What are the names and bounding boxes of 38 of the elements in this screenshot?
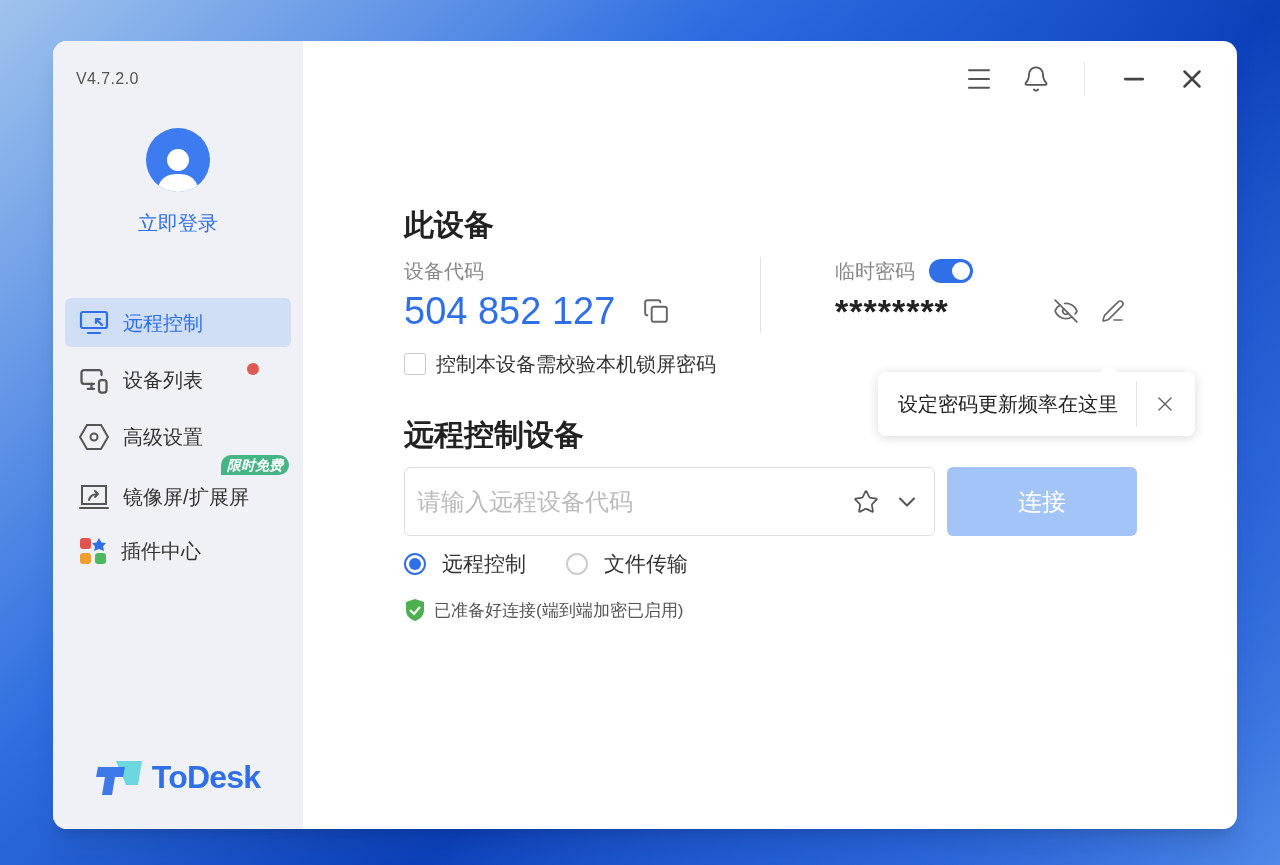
- status-text: 已准备好连接(端到端加密已启用): [434, 599, 684, 622]
- nav-label: 镜像屏/扩展屏: [123, 484, 249, 510]
- radio-label: 文件传输: [604, 551, 688, 577]
- tooltip-text: 设定密码更新频率在这里: [898, 381, 1137, 427]
- section-title: 远程控制设备: [404, 417, 585, 453]
- nav-item[interactable]: 插件中心: [65, 526, 291, 575]
- login-link[interactable]: 立即登录: [138, 208, 218, 238]
- notification-bell-icon[interactable]: [1022, 65, 1050, 93]
- edit-icon[interactable]: [1101, 299, 1125, 323]
- nav-item[interactable]: 设备列表: [65, 355, 291, 404]
- nav-label: 远程控制: [123, 310, 203, 336]
- monitor-cursor-icon: [79, 309, 109, 336]
- nav-label: 插件中心: [121, 538, 201, 564]
- brand-name: ToDesk: [151, 758, 261, 797]
- device-code-label: 设备代码: [404, 259, 485, 284]
- screen-share-icon: [79, 483, 109, 510]
- star-icon[interactable]: [853, 488, 879, 515]
- hexagon-settings-icon: [79, 422, 109, 451]
- promo-badge: 限时免费: [221, 455, 289, 475]
- nav-label: 高级设置: [123, 424, 203, 450]
- device-code-field[interactable]: 请输入远程设备代码: [404, 467, 935, 536]
- plugin-blocks-icon: [79, 536, 107, 565]
- temp-password-label: 临时密码: [835, 259, 915, 284]
- radio-label: 远程控制: [442, 551, 526, 577]
- section-title: 此设备: [404, 207, 495, 243]
- checkbox[interactable]: [404, 353, 426, 375]
- device-code: 504 852 127: [404, 289, 616, 333]
- shield-check-icon: [404, 598, 426, 623]
- version-label: V4.7.2.0: [76, 69, 139, 89]
- radio-button[interactable]: [404, 552, 426, 575]
- password-value: ********: [835, 293, 950, 329]
- checkbox-label: 控制本设备需校验本机锁屏密码: [436, 352, 716, 377]
- nav-label: 设备列表: [123, 367, 203, 393]
- radio-button[interactable]: [566, 552, 588, 575]
- copy-icon[interactable]: [643, 298, 670, 324]
- eye-off-icon[interactable]: [1053, 298, 1079, 324]
- nav-item[interactable]: 镜像屏/扩展屏: [65, 475, 291, 518]
- password-toggle[interactable]: [929, 259, 973, 283]
